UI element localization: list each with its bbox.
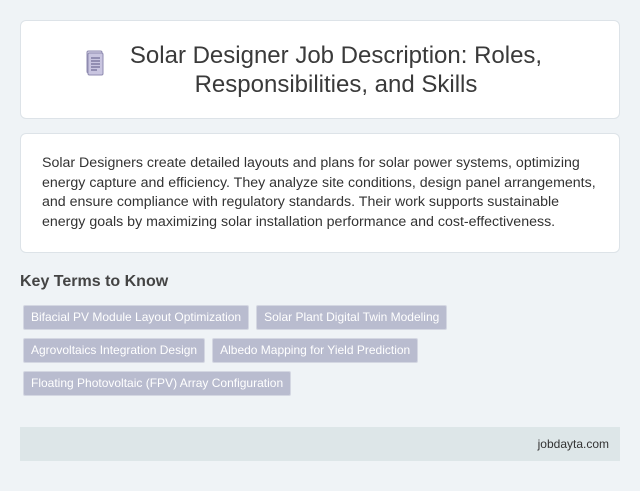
key-term-chip[interactable]: Albedo Mapping for Yield Prediction <box>212 338 419 363</box>
description-card: Solar Designers create detailed layouts … <box>20 133 620 253</box>
key-term-chip[interactable]: Floating Photovoltaic (FPV) Array Config… <box>23 371 292 396</box>
job-description: Solar Designers create detailed layouts … <box>42 155 596 230</box>
key-terms-row: Floating Photovoltaic (FPV) Array Config… <box>23 371 583 396</box>
key-terms-row: Agrovoltaics Integration Design Albedo M… <box>23 338 583 363</box>
key-terms-heading: Key Terms to Know <box>20 273 169 290</box>
page: Solar Designer Job Description: Roles, R… <box>0 0 640 491</box>
footer-site-link[interactable]: jobdayta.com <box>538 437 609 451</box>
document-icon <box>84 49 106 77</box>
title-card: Solar Designer Job Description: Roles, R… <box>20 20 620 119</box>
key-term-chip[interactable]: Solar Plant Digital Twin Modeling <box>256 305 448 330</box>
key-terms-list: Bifacial PV Module Layout Optimization S… <box>23 305 583 404</box>
page-title: Solar Designer Job Description: Roles, R… <box>129 41 543 98</box>
key-term-chip[interactable]: Agrovoltaics Integration Design <box>23 338 206 363</box>
footer: jobdayta.com <box>20 427 620 461</box>
key-term-chip[interactable]: Bifacial PV Module Layout Optimization <box>23 305 250 330</box>
key-terms-row: Bifacial PV Module Layout Optimization S… <box>23 305 583 330</box>
title-row: Solar Designer Job Description: Roles, R… <box>60 41 580 99</box>
